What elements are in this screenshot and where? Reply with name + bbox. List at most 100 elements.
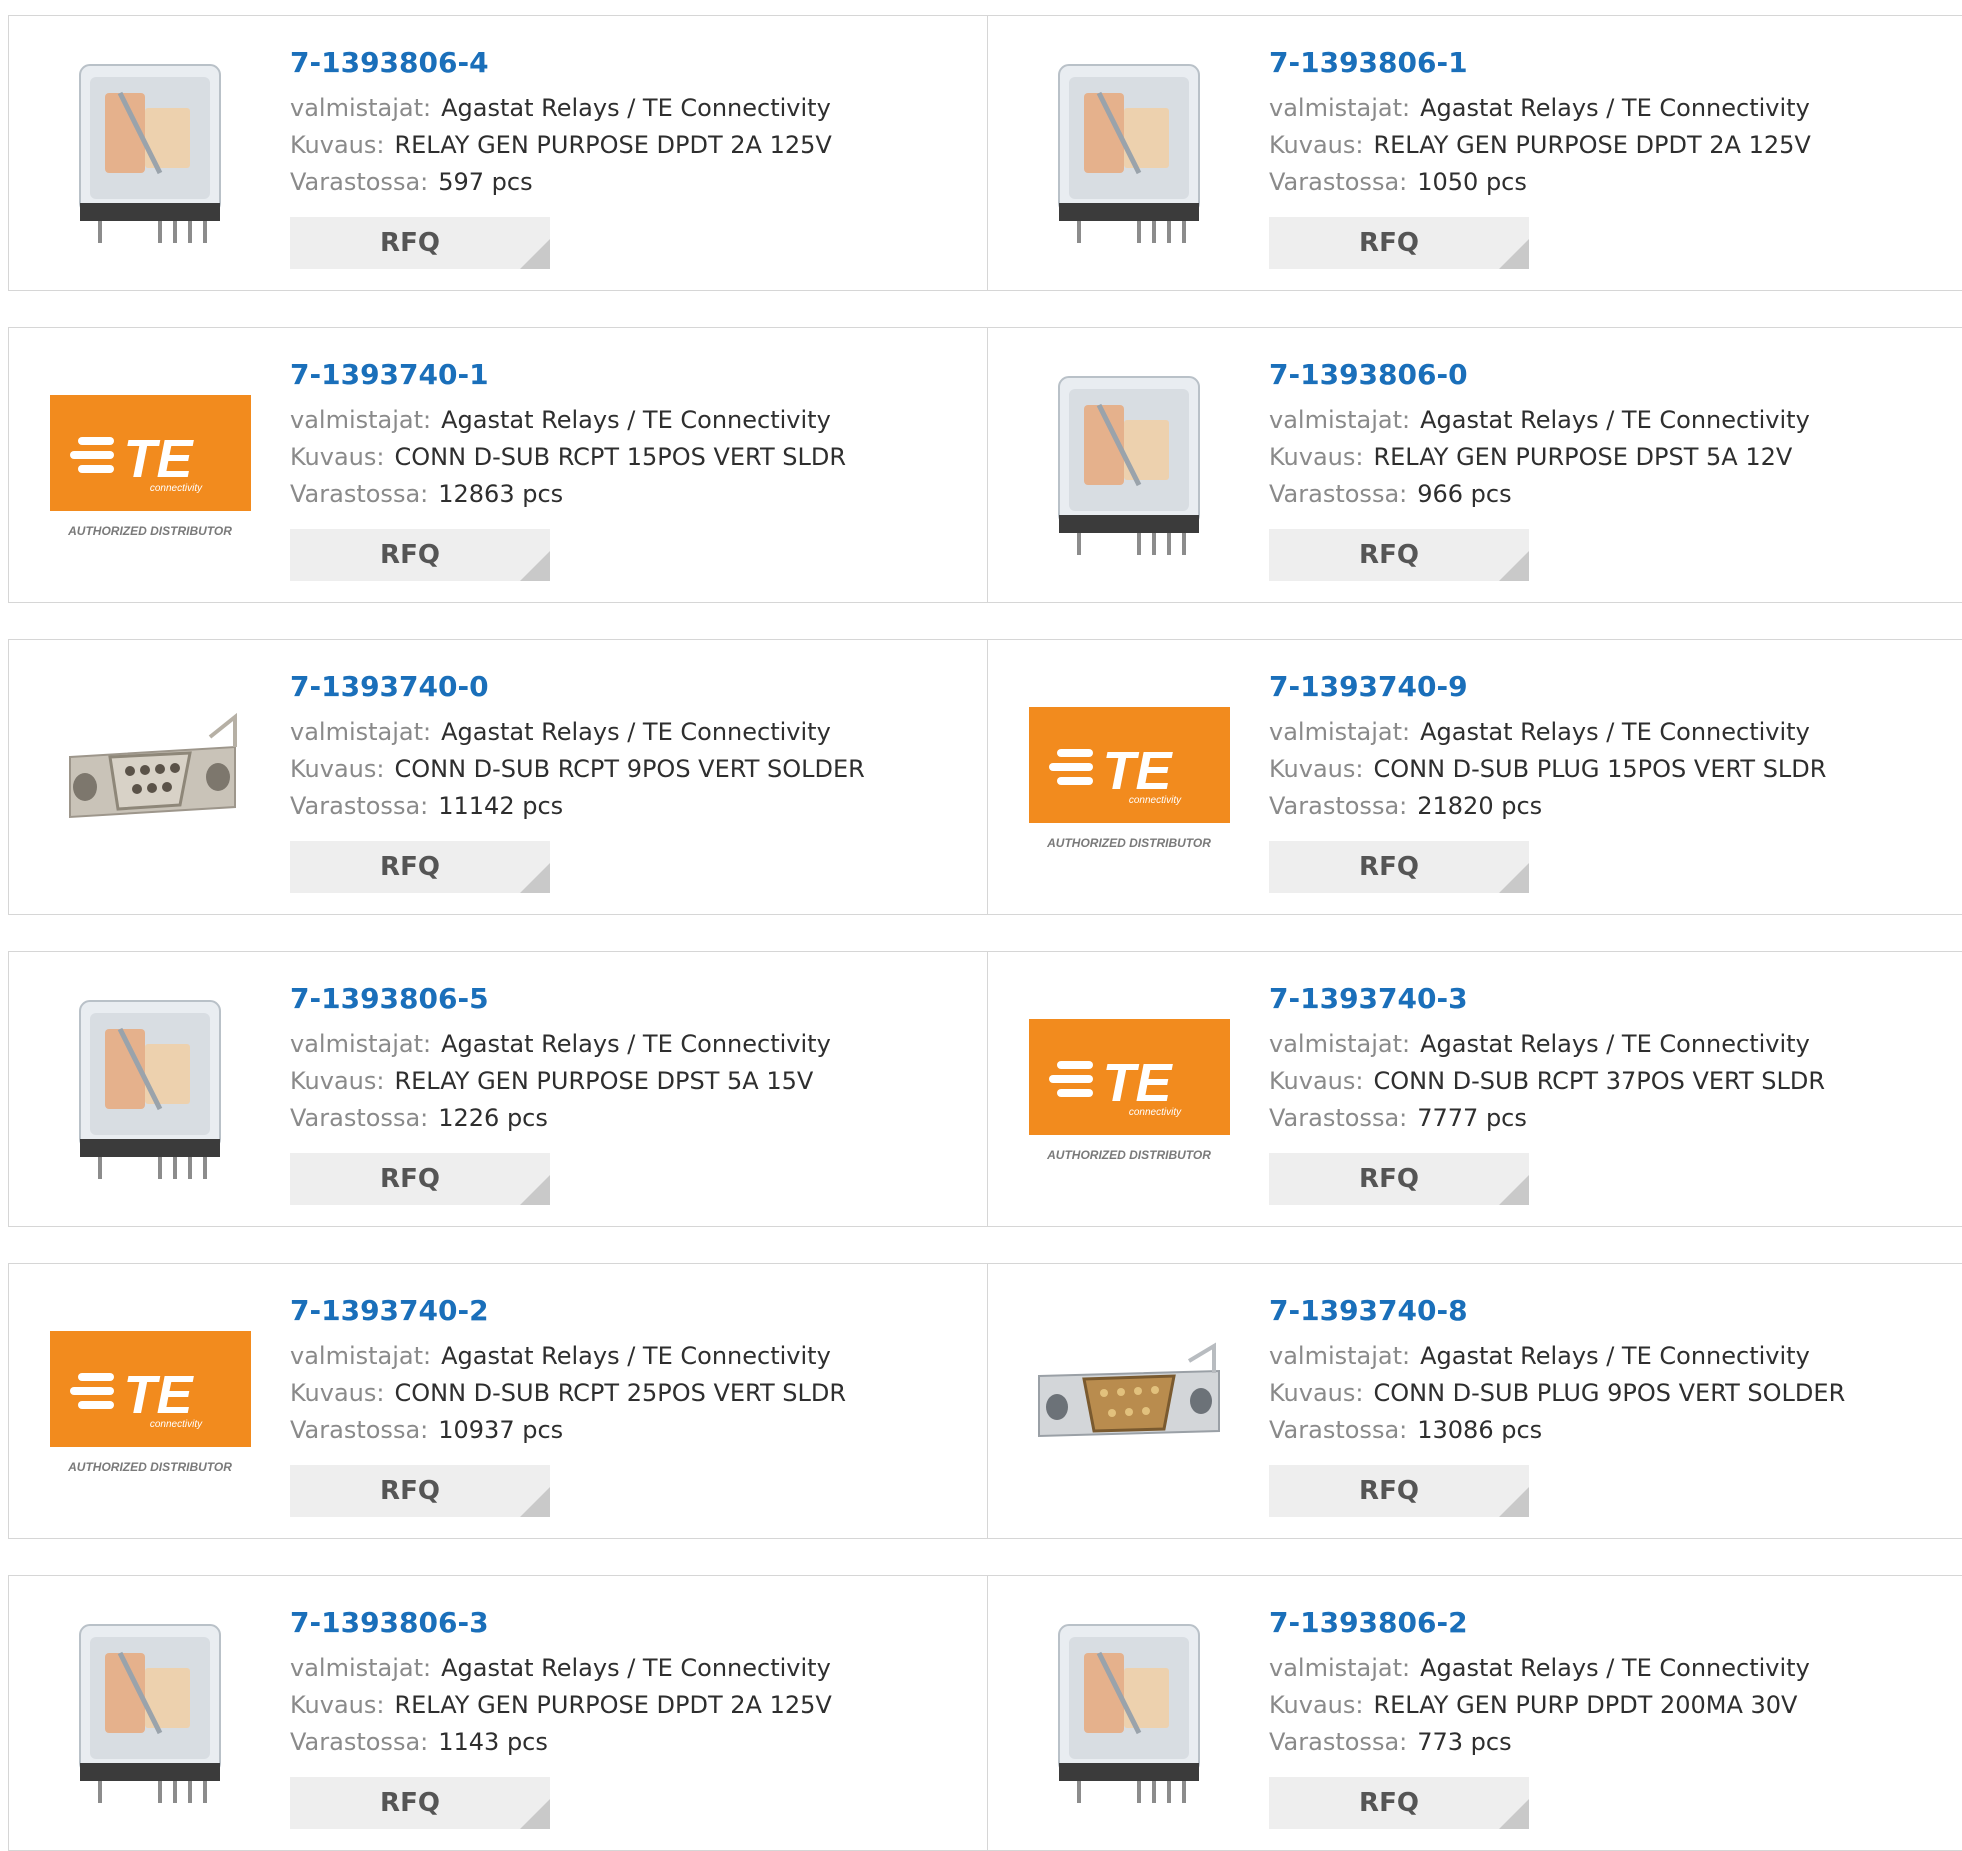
product-card: 7-1393806-4 valmistajat: Agastat Relays /… — [8, 15, 988, 291]
part-number-link[interactable]: 7-1393806-1 — [1269, 46, 1811, 80]
rfq-button[interactable]: RFQ — [290, 1153, 550, 1205]
description-value: RELAY GEN PURPOSE DPDT 2A 125V — [394, 1691, 832, 1719]
stock-label: Varastossa: — [1269, 168, 1408, 196]
te-logo-image[interactable]: TE connectivity AUTHORIZED DISTRIBUTOR — [1029, 677, 1230, 878]
rfq-button[interactable]: RFQ — [1269, 529, 1529, 581]
product-card: 7-1393806-3 valmistajat: Agastat Relays /… — [8, 1575, 988, 1851]
part-number-link[interactable]: 7-1393740-8 — [1269, 1294, 1845, 1328]
description-value: RELAY GEN PURPOSE DPDT 2A 125V — [394, 131, 832, 159]
stock-value: 1050 pcs — [1417, 168, 1527, 196]
stock-label: Varastossa: — [290, 1416, 429, 1444]
stock-label: Varastossa: — [290, 480, 429, 508]
product-card: TE connectivity AUTHORIZED DISTRIBUTOR 7… — [987, 639, 1962, 915]
part-number-link[interactable]: 7-1393806-3 — [290, 1606, 832, 1640]
description-label: Kuvaus: — [290, 131, 385, 159]
te-logo-illustration: TE connectivity AUTHORIZED DISTRIBUTOR — [1029, 707, 1230, 850]
stock-value: 1143 pcs — [438, 1728, 548, 1756]
description-label: Kuvaus: — [290, 1067, 385, 1095]
rfq-button[interactable]: RFQ — [1269, 1465, 1529, 1517]
relay-image[interactable] — [1029, 365, 1230, 566]
description-label: Kuvaus: — [1269, 1379, 1364, 1407]
product-card: 7-1393806-2 valmistajat: Agastat Relays /… — [987, 1575, 1962, 1851]
description-value: RELAY GEN PURPOSE DPDT 2A 125V — [1373, 131, 1811, 159]
rfq-button[interactable]: RFQ — [1269, 1153, 1529, 1205]
manufacturer-value: Agastat Relays / TE Connectivity — [441, 1654, 831, 1682]
manufacturer-label: valmistajat: — [1269, 94, 1411, 122]
part-number-link[interactable]: 7-1393806-4 — [290, 46, 832, 80]
manufacturer-value: Agastat Relays / TE Connectivity — [1420, 1030, 1810, 1058]
part-number-link[interactable]: 7-1393806-2 — [1269, 1606, 1810, 1640]
relay-image[interactable] — [50, 1613, 251, 1814]
te-logo-illustration: TE connectivity AUTHORIZED DISTRIBUTOR — [50, 1331, 251, 1474]
part-number-link[interactable]: 7-1393740-9 — [1269, 670, 1826, 704]
description-label: Kuvaus: — [1269, 443, 1364, 471]
description-label: Kuvaus: — [1269, 1691, 1364, 1719]
description-label: Kuvaus: — [290, 443, 385, 471]
part-number-link[interactable]: 7-1393740-1 — [290, 358, 846, 392]
manufacturer-value: Agastat Relays / TE Connectivity — [1420, 1342, 1810, 1370]
part-number-link[interactable]: 7-1393740-3 — [1269, 982, 1825, 1016]
part-number-link[interactable]: 7-1393740-2 — [290, 1294, 846, 1328]
part-number-link[interactable]: 7-1393806-0 — [1269, 358, 1810, 392]
stock-label: Varastossa: — [1269, 1728, 1408, 1756]
rfq-button[interactable]: RFQ — [290, 1777, 550, 1829]
stock-value: 21820 pcs — [1417, 792, 1543, 820]
stock-value: 773 pcs — [1417, 1728, 1512, 1756]
svg-text:connectivity: connectivity — [1129, 1107, 1182, 1118]
svg-text:connectivity: connectivity — [150, 483, 203, 494]
description-label: Kuvaus: — [290, 1691, 385, 1719]
relay-image[interactable] — [1029, 53, 1230, 254]
svg-text:TE: TE — [1102, 741, 1173, 801]
rfq-label: RFQ — [1359, 1164, 1419, 1194]
rfq-label: RFQ — [1359, 228, 1419, 258]
te-logo-image[interactable]: TE connectivity AUTHORIZED DISTRIBUTOR — [1029, 989, 1230, 1190]
rfq-button[interactable]: RFQ — [290, 841, 550, 893]
manufacturer-value: Agastat Relays / TE Connectivity — [1420, 94, 1810, 122]
stock-value: 13086 pcs — [1417, 1416, 1543, 1444]
product-card: 7-1393740-0 valmistajat: Agastat Relays /… — [8, 639, 988, 915]
rfq-button[interactable]: RFQ — [290, 217, 550, 269]
dsub-male-image[interactable] — [1029, 1301, 1230, 1502]
manufacturer-value: Agastat Relays / TE Connectivity — [441, 406, 831, 434]
manufacturer-label: valmistajat: — [1269, 406, 1411, 434]
part-number-link[interactable]: 7-1393806-5 — [290, 982, 831, 1016]
rfq-button[interactable]: RFQ — [290, 1465, 550, 1517]
te-logo-image[interactable]: TE connectivity AUTHORIZED DISTRIBUTOR — [50, 365, 251, 566]
part-number-link[interactable]: 7-1393740-0 — [290, 670, 865, 704]
svg-text:AUTHORIZED DISTRIBUTOR: AUTHORIZED DISTRIBUTOR — [67, 524, 232, 538]
dsub-female-image[interactable] — [50, 677, 251, 878]
description-value: CONN D-SUB RCPT 9POS VERT SOLDER — [394, 755, 865, 783]
manufacturer-label: valmistajat: — [1269, 1030, 1411, 1058]
rfq-button[interactable]: RFQ — [1269, 841, 1529, 893]
rfq-button[interactable]: RFQ — [1269, 1777, 1529, 1829]
dsub-male-illustration — [1038, 1342, 1220, 1438]
corner-triangle-icon — [1499, 863, 1529, 893]
relay-image[interactable] — [1029, 1613, 1230, 1814]
svg-text:TE: TE — [123, 429, 194, 489]
rfq-button[interactable]: RFQ — [290, 529, 550, 581]
manufacturer-value: Agastat Relays / TE Connectivity — [1420, 406, 1810, 434]
manufacturer-value: Agastat Relays / TE Connectivity — [441, 718, 831, 746]
svg-text:TE: TE — [123, 1365, 194, 1425]
dsub-female-illustration — [69, 712, 237, 819]
corner-triangle-icon — [1499, 551, 1529, 581]
corner-triangle-icon — [520, 551, 550, 581]
description-label: Kuvaus: — [290, 755, 385, 783]
relay-image[interactable] — [50, 53, 251, 254]
manufacturer-label: valmistajat: — [290, 1030, 432, 1058]
manufacturer-value: Agastat Relays / TE Connectivity — [1420, 718, 1810, 746]
rfq-label: RFQ — [380, 540, 440, 570]
corner-triangle-icon — [1499, 1175, 1529, 1205]
description-value: CONN D-SUB RCPT 15POS VERT SLDR — [394, 443, 847, 471]
rfq-button[interactable]: RFQ — [1269, 217, 1529, 269]
corner-triangle-icon — [1499, 1799, 1529, 1829]
manufacturer-label: valmistajat: — [1269, 1654, 1411, 1682]
te-logo-image[interactable]: TE connectivity AUTHORIZED DISTRIBUTOR — [50, 1301, 251, 1502]
manufacturer-value: Agastat Relays / TE Connectivity — [441, 1030, 831, 1058]
stock-value: 966 pcs — [1417, 480, 1512, 508]
svg-text:AUTHORIZED DISTRIBUTOR: AUTHORIZED DISTRIBUTOR — [67, 1460, 232, 1474]
corner-triangle-icon — [520, 1175, 550, 1205]
relay-image[interactable] — [50, 989, 251, 1190]
manufacturer-value: Agastat Relays / TE Connectivity — [441, 94, 831, 122]
stock-value: 597 pcs — [438, 168, 533, 196]
